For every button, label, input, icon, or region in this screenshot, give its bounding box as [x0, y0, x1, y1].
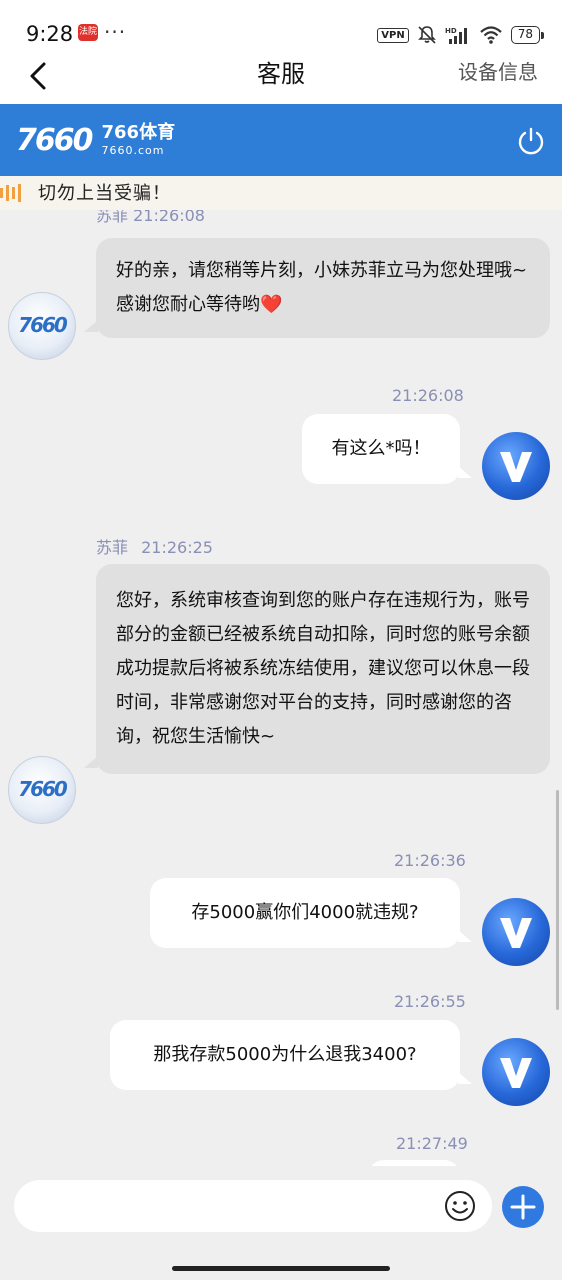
- message-time: 21:26:25: [141, 538, 213, 557]
- message-time: 21:26:08: [392, 386, 464, 405]
- vpn-badge: VPN: [377, 27, 409, 43]
- notification-app-icon: 法院: [78, 24, 98, 41]
- agent-avatar: 7660: [8, 756, 76, 824]
- message-input[interactable]: [14, 1180, 492, 1232]
- mute-bell-icon: [417, 26, 436, 44]
- add-attachment-button[interactable]: [502, 1186, 544, 1228]
- user-avatar: [482, 432, 550, 500]
- input-bar: [0, 1166, 562, 1280]
- battery-tip: [541, 31, 544, 39]
- user-avatar: [482, 898, 550, 966]
- more-notifications-icon: ···: [104, 20, 127, 44]
- status-time: 9:28: [26, 22, 74, 46]
- agent-message-bubble: 好的亲，请您稍等片刻，小妹苏菲立马为您处理哦~感谢您耐心等待哟❤️: [84, 238, 550, 338]
- user-message-bubble: 存5000赢你们4000就违规?: [150, 878, 472, 948]
- notice-text: 切勿上当受骗！: [38, 183, 171, 204]
- chat-history[interactable]: 苏菲 21:26:08 好的亲，请您稍等片刻，小妹苏菲立马为您处理哦~感谢您耐心…: [0, 210, 562, 1166]
- nav-bar: 客服 设备信息: [0, 48, 562, 104]
- chat-scrollbar[interactable]: [556, 790, 559, 1010]
- message-time: 21:26:36: [394, 851, 466, 870]
- back-arrow-icon[interactable]: [26, 56, 56, 96]
- power-icon[interactable]: [516, 126, 546, 156]
- brand-domain: 7660.com: [101, 144, 165, 157]
- brand-name: 766体育: [101, 122, 176, 143]
- svg-text:HD: HD: [445, 27, 457, 35]
- message-meta: 苏菲 21:26:25: [96, 534, 213, 558]
- battery-level: 78: [510, 26, 540, 44]
- agent-avatar: 7660: [8, 292, 76, 360]
- battery-indicator: 78: [510, 26, 544, 44]
- plus-icon: [510, 1194, 536, 1220]
- announcement-icon: [0, 184, 21, 202]
- notice-bar: 切勿上当受骗！: [0, 176, 562, 210]
- brand-text: 766体育 7660.com: [101, 122, 176, 157]
- brand-logo: 7660 766体育 7660.com: [16, 122, 175, 158]
- message-meta: 苏菲 21:26:08: [96, 210, 205, 225]
- emoji-icon[interactable]: [444, 1190, 476, 1222]
- signal-icon: HD: [445, 27, 467, 44]
- user-message-bubble: 那我存款5000为什么退我3400?: [110, 1020, 472, 1090]
- device-info-button[interactable]: 设备信息: [458, 56, 538, 85]
- v-logo-icon: [500, 1058, 532, 1088]
- brand-logo-number: 7660: [16, 122, 93, 158]
- message-time: 21:26:55: [394, 992, 466, 1011]
- v-logo-icon: [500, 918, 532, 948]
- wifi-icon: [479, 26, 502, 44]
- home-indicator[interactable]: [172, 1266, 390, 1271]
- user-message-bubble: 有这么*吗！: [302, 414, 472, 484]
- user-avatar: [482, 1038, 550, 1106]
- status-bar: 9:28 法院 ··· VPN HD 78: [0, 0, 562, 52]
- brand-header: 7660 766体育 7660.com: [0, 104, 562, 176]
- v-logo-icon: [500, 452, 532, 482]
- agent-message-bubble: 您好，系统审核查询到您的账户存在违规行为，账号部分的金额已经被系统自动扣除，同时…: [84, 564, 550, 774]
- message-time: 21:27:49: [396, 1134, 468, 1153]
- status-indicators: VPN HD 78: [377, 24, 544, 46]
- sender-name: 苏菲: [96, 538, 129, 557]
